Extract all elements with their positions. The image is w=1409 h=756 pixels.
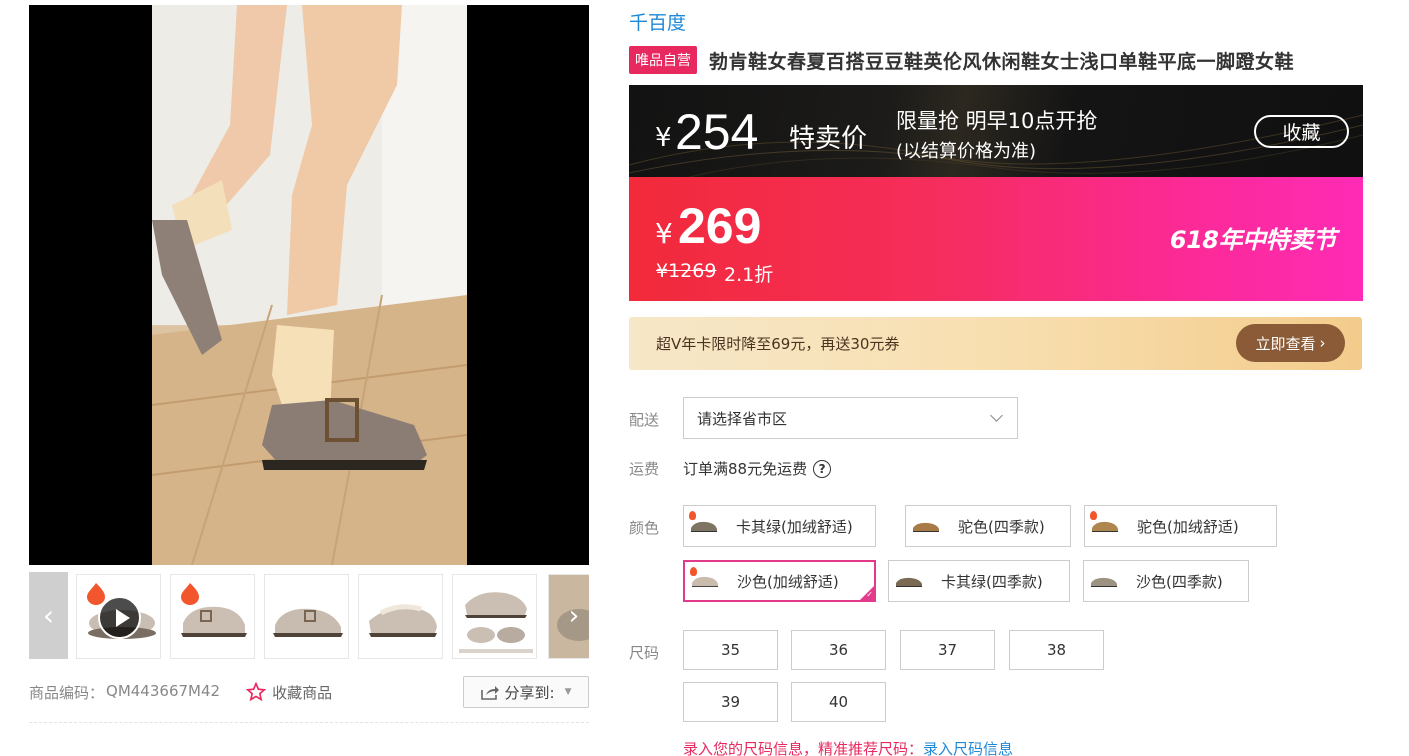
- view-now-label: 立即查看: [1255, 334, 1316, 353]
- enter-size-info-link[interactable]: 录入尺码信息: [923, 740, 1013, 756]
- price-currency: ¥: [655, 217, 673, 250]
- size-option[interactable]: 36: [791, 630, 886, 670]
- chevron-right-icon: ›: [1319, 334, 1326, 352]
- color-option[interactable]: 沙色(四季款): [1083, 560, 1249, 602]
- size-option[interactable]: 40: [791, 682, 886, 722]
- color-option[interactable]: 驼色(四季款): [905, 505, 1071, 547]
- flash-price: 254: [675, 104, 759, 160]
- self-operated-badge: 唯品自营: [629, 46, 697, 74]
- size-hint: 录入您的尺码信息，精准推荐尺码：录入尺码信息: [683, 738, 1013, 756]
- favorite-label: 收藏商品: [272, 683, 333, 702]
- size-hint-text: 录入您的尺码信息，精准推荐尺码：: [683, 740, 924, 756]
- product-code: 商品编码： QM443667M42: [29, 682, 220, 703]
- caret-down-icon: ▼: [564, 687, 572, 697]
- chevron-down-icon: [990, 409, 1003, 422]
- festival-label: 618年中特卖节: [1169, 226, 1337, 254]
- color-option[interactable]: 卡其绿(四季款): [888, 560, 1070, 602]
- shipping-fee-info: 订单满88元免运费 ?: [683, 458, 832, 479]
- product-page: ‹ › 商品编码： QM443667M42 收藏商品 分享到: ▼ 千百度 唯品…: [0, 0, 1409, 756]
- thumbnail-5[interactable]: [452, 574, 537, 659]
- title-row: 唯品自营 勃肯鞋女春夏百搭豆豆鞋英伦风休闲鞋女士浅口单鞋平底一脚蹬女鞋: [629, 46, 1294, 74]
- shoe-swatch-icon: [896, 577, 922, 587]
- promo-text: 超V年卡限时降至69元，再送30元券: [656, 335, 900, 353]
- color-option-label: 沙色(四季款): [1136, 572, 1223, 591]
- product-title: 勃肯鞋女春夏百搭豆豆鞋英伦风休闲鞋女士浅口单鞋平底一脚蹬女鞋: [709, 50, 1295, 73]
- color-option-label: 沙色(加绒舒适): [737, 572, 839, 591]
- thumbnail-video[interactable]: [76, 574, 161, 659]
- hot-badge-icon: [181, 583, 199, 605]
- shoe-thumbnail-image: [459, 592, 533, 653]
- flash-sale-time: 限量抢 明早10点开抢: [896, 109, 1098, 133]
- color-option-label: 卡其绿(四季款): [941, 572, 1043, 591]
- thumbnail-4[interactable]: [358, 574, 443, 659]
- play-icon[interactable]: [98, 596, 141, 639]
- color-option-label: 驼色(四季款): [958, 517, 1045, 536]
- shoe-swatch-icon: [1091, 577, 1117, 587]
- current-price: 269: [678, 198, 762, 254]
- meta-divider: [29, 722, 589, 723]
- product-photo: [152, 5, 467, 565]
- help-icon[interactable]: ?: [813, 459, 832, 478]
- hot-badge-icon: [87, 583, 105, 605]
- shoe-swatch-icon: [1092, 521, 1118, 532]
- shoe-swatch-icon: [691, 521, 717, 532]
- shoe-thumbnail-image: [369, 604, 437, 637]
- color-label: 颜色: [629, 519, 660, 537]
- flash-price-label: 特卖价: [789, 124, 868, 154]
- thumbnail-3[interactable]: [264, 574, 349, 659]
- shoe-swatch-icon: [913, 522, 939, 532]
- original-price: ¥1269: [656, 260, 717, 282]
- region-select-placeholder: 请选择省市区: [697, 409, 788, 428]
- legs-illustration: [152, 5, 467, 565]
- vip-promo-bar: 超V年卡限时降至69元，再送30元券 立即查看 ›: [629, 317, 1362, 370]
- size-label: 尺码: [629, 644, 660, 662]
- color-option-label: 驼色(加绒舒适): [1137, 517, 1239, 536]
- shipping-fee-text: 订单满88元免运费: [683, 460, 808, 478]
- thumbnail-strip: ‹ ›: [29, 572, 589, 659]
- thumbnail-2[interactable]: [170, 574, 255, 659]
- favorite-product-button[interactable]: 收藏商品: [246, 682, 332, 703]
- region-select[interactable]: 请选择省市区: [683, 397, 1018, 439]
- color-option-label: 卡其绿(加绒舒适): [736, 517, 853, 536]
- star-icon: [246, 682, 267, 702]
- hot-dot-icon: [1090, 511, 1097, 520]
- chevron-right-icon: ›: [568, 601, 580, 631]
- shipping-fee-label: 运费: [629, 460, 660, 478]
- discount-rate: 2.1折: [724, 264, 774, 286]
- product-code-label: 商品编码：: [29, 683, 105, 702]
- product-meta-row: 商品编码： QM443667M42 收藏商品 分享到: ▼: [29, 676, 589, 708]
- color-option[interactable]: 驼色(加绒舒适): [1084, 505, 1277, 547]
- size-option[interactable]: 35: [683, 630, 778, 670]
- color-option-selected[interactable]: 沙色(加绒舒适) ✓: [683, 560, 876, 602]
- flash-sale-banner: ¥ 254 特卖价 限量抢 明早10点开抢 (以结算价格为准) 收藏: [629, 85, 1363, 177]
- brand-link[interactable]: 千百度: [629, 8, 686, 35]
- color-option[interactable]: 卡其绿(加绒舒适): [683, 505, 876, 547]
- product-code-value: QM443667M42: [106, 681, 221, 700]
- collect-button[interactable]: 收藏: [1254, 115, 1349, 148]
- size-option[interactable]: 38: [1009, 630, 1104, 670]
- thumbnail-prev-button[interactable]: ‹: [29, 572, 68, 659]
- size-option[interactable]: 37: [900, 630, 995, 670]
- size-option[interactable]: 39: [683, 682, 778, 722]
- chevron-left-icon: ‹: [42, 599, 55, 632]
- hot-dot-icon: [689, 511, 696, 520]
- thumbnail-next-button[interactable]: ›: [559, 599, 589, 633]
- price-banner: ¥ 269 ¥1269 2.1折 618年中特卖节: [629, 177, 1363, 301]
- shoe-swatch-icon: [692, 576, 718, 587]
- hot-dot-icon: [690, 567, 697, 576]
- share-label: 分享到:: [504, 683, 555, 702]
- shoe-thumbnail-image: [273, 608, 343, 637]
- flash-price-currency: ¥: [655, 123, 672, 153]
- share-dropdown[interactable]: 分享到: ▼: [463, 676, 589, 708]
- flash-sale-note: (以结算价格为准): [896, 141, 1037, 162]
- shipping-label: 配送: [629, 411, 660, 429]
- main-product-image[interactable]: [29, 5, 589, 565]
- share-icon: [480, 686, 499, 700]
- view-now-button[interactable]: 立即查看 ›: [1236, 324, 1345, 362]
- check-icon: ✓: [866, 590, 873, 599]
